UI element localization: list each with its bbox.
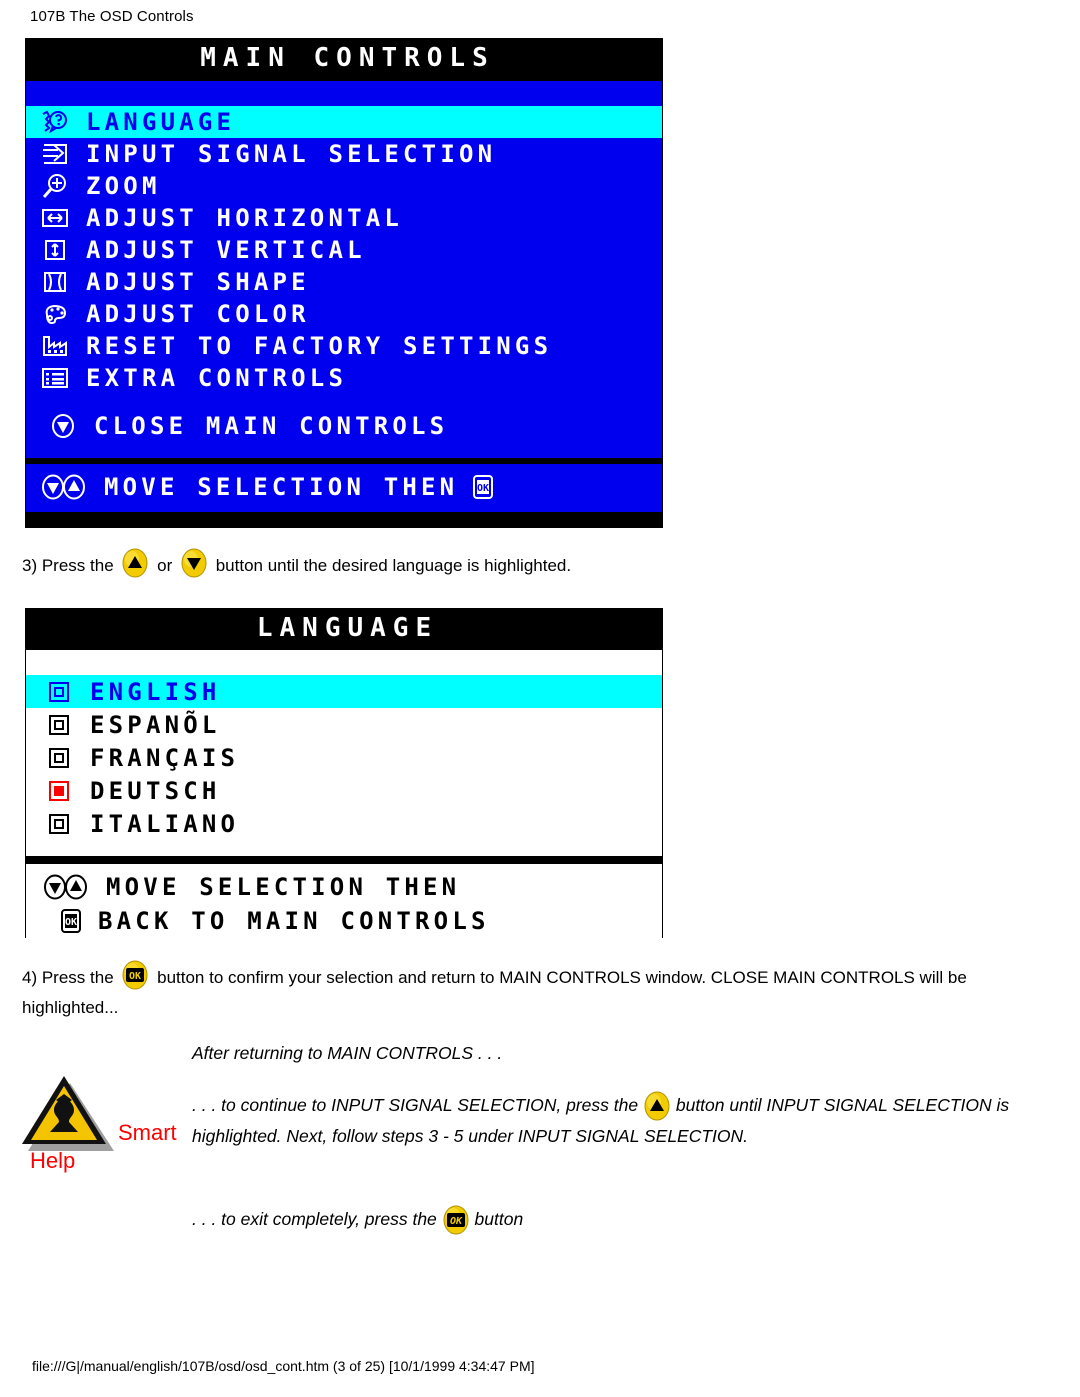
language-option-label: ESPANÕL xyxy=(90,710,221,739)
menu-item-adjust-vertical[interactable]: ADJUST VERTICAL xyxy=(26,234,662,266)
language-option-deutsch[interactable]: DEUTSCH xyxy=(26,774,662,807)
osd-language-footer-label2: BACK TO MAIN CONTROLS xyxy=(98,907,490,935)
osd-language-footer-label1: MOVE SELECTION THEN xyxy=(106,873,461,901)
page-title: 107B The OSD Controls xyxy=(30,8,194,25)
up-button-icon[interactable] xyxy=(121,548,149,578)
osd-main-footer-line: MOVE SELECTION THEN OK xyxy=(40,470,662,504)
ok-button-icon: OK xyxy=(468,474,498,500)
smart-help-line3: . . . to exit completely, press the OK b… xyxy=(192,1204,1022,1235)
menu-item-zoom[interactable]: ZOOM xyxy=(26,170,662,202)
down-arrow-round-icon xyxy=(48,413,78,439)
radio-outline-icon xyxy=(44,745,74,771)
step4-instruction: 4) Press the OK button to confirm your s… xyxy=(22,960,1052,1023)
osd-language-footer-line1: MOVE SELECTION THEN xyxy=(42,870,662,904)
down-up-buttons-icon xyxy=(40,474,92,500)
menu-item-close-main-controls[interactable]: CLOSE MAIN CONTROLS xyxy=(26,410,662,442)
menu-item-label: ADJUST HORIZONTAL xyxy=(86,204,404,232)
down-up-buttons-icon xyxy=(42,874,94,900)
language-option-label: ENGLISH xyxy=(90,677,221,706)
osd-language-panel: LANGUAGE ENGLISH ESPANÕL FRANÇAIS DEUTSC… xyxy=(25,608,663,944)
language-option-italiano[interactable]: ITALIANO xyxy=(26,807,662,840)
osd-language-footer-line2: OK BACK TO MAIN CONTROLS xyxy=(42,904,662,938)
shape-pincushion-icon xyxy=(40,269,70,295)
menu-item-adjust-shape[interactable]: ADJUST SHAPE xyxy=(26,266,662,298)
language-option-label: FRANÇAIS xyxy=(90,743,240,772)
step3-text-part2: button until the desired language is hig… xyxy=(215,556,572,575)
warning-triangle-icon xyxy=(18,1070,118,1160)
smart-help-smart-label: Smart xyxy=(118,1120,177,1145)
vertical-arrows-icon xyxy=(40,237,70,263)
osd-language-body: ENGLISH ESPANÕL FRANÇAIS DEUTSCH ITALIAN… xyxy=(26,647,662,861)
smart-help-line3-part1: . . . to exit completely, press the xyxy=(192,1209,437,1229)
list-menu-icon xyxy=(40,365,70,391)
language-face-question-icon xyxy=(40,109,70,135)
menu-item-extra-controls[interactable]: EXTRA CONTROLS xyxy=(26,362,662,394)
language-option-label: DEUTSCH xyxy=(90,776,221,805)
osd-language-title: LANGUAGE xyxy=(26,609,662,647)
horizontal-arrows-icon xyxy=(40,205,70,231)
radio-outline-icon xyxy=(44,811,74,837)
menu-item-label: ADJUST SHAPE xyxy=(86,268,310,296)
svg-text:OK: OK xyxy=(450,1216,463,1227)
osd-main-footer-label: MOVE SELECTION THEN xyxy=(104,473,459,501)
magnifier-plus-icon xyxy=(40,173,70,199)
osd-main-body: LANGUAGE INPUT SIGNAL SELECTION ZOOM ADJ… xyxy=(26,77,662,462)
smart-help-line1: After returning to MAIN CONTROLS . . . xyxy=(192,1043,503,1063)
color-palette-icon xyxy=(40,301,70,327)
svg-text:OK: OK xyxy=(477,483,489,494)
up-button-icon[interactable] xyxy=(643,1091,671,1121)
osd-main-title: MAIN CONTROLS xyxy=(26,39,662,77)
menu-item-label: ZOOM xyxy=(86,172,161,200)
radio-outline-icon xyxy=(44,712,74,738)
input-signal-arrow-icon xyxy=(40,141,70,167)
menu-item-label: ADJUST VERTICAL xyxy=(86,236,366,264)
smart-help-line2: . . . to continue to INPUT SIGNAL SELECT… xyxy=(192,1090,1022,1152)
ok-button-icon: OK xyxy=(56,908,86,934)
menu-item-label: INPUT SIGNAL SELECTION xyxy=(86,140,497,168)
step3-instruction: 3) Press the or button until the desired… xyxy=(22,548,1022,581)
menu-item-label: EXTRA CONTROLS xyxy=(86,364,348,392)
menu-item-input-signal-selection[interactable]: INPUT SIGNAL SELECTION xyxy=(26,138,662,170)
osd-language-footer: MOVE SELECTION THEN OK BACK TO MAIN CONT… xyxy=(26,861,662,944)
menu-item-reset-factory-settings[interactable]: RESET TO FACTORY SETTINGS xyxy=(26,330,662,362)
radio-outline-icon xyxy=(44,679,74,705)
menu-item-label: RESET TO FACTORY SETTINGS xyxy=(86,332,553,360)
menu-item-label: LANGUAGE xyxy=(86,108,236,136)
ok-button-icon[interactable]: OK xyxy=(442,1205,470,1235)
menu-item-language[interactable]: LANGUAGE xyxy=(26,106,662,138)
language-option-espanol[interactable]: ESPANÕL xyxy=(26,708,662,741)
page-footer-path: file:///G|/manual/english/107B/osd/osd_c… xyxy=(32,1358,535,1374)
menu-item-label: ADJUST COLOR xyxy=(86,300,310,328)
step3-text-or: or xyxy=(157,556,173,575)
svg-text:OK: OK xyxy=(65,917,77,928)
ok-button-icon[interactable]: OK xyxy=(121,960,149,990)
osd-main-controls-panel: MAIN CONTROLS LANGUAGE INPUT SIGNAL SELE… xyxy=(25,38,663,528)
svg-text:OK: OK xyxy=(129,971,141,982)
smart-help-line3-part2: button xyxy=(474,1209,524,1229)
step4-text-part2: button to confirm your selection and ret… xyxy=(22,968,967,1017)
factory-icon xyxy=(40,333,70,359)
menu-item-adjust-color[interactable]: ADJUST COLOR xyxy=(26,298,662,330)
step4-text-part1: 4) Press the xyxy=(22,968,114,987)
step3-text-part1: 3) Press the xyxy=(22,556,114,575)
menu-item-adjust-horizontal[interactable]: ADJUST HORIZONTAL xyxy=(26,202,662,234)
language-option-francais[interactable]: FRANÇAIS xyxy=(26,741,662,774)
language-option-label: ITALIANO xyxy=(90,809,240,838)
language-option-english[interactable]: ENGLISH xyxy=(26,675,662,708)
radio-filled-red-icon xyxy=(44,778,74,804)
smart-help-line2-part1: . . . to continue to INPUT SIGNAL SELECT… xyxy=(192,1095,639,1115)
osd-main-footer: MOVE SELECTION THEN OK xyxy=(26,462,662,512)
smart-help-help-label: Help xyxy=(30,1148,76,1173)
down-button-icon[interactable] xyxy=(180,548,208,578)
menu-item-label: CLOSE MAIN CONTROLS xyxy=(94,412,449,440)
